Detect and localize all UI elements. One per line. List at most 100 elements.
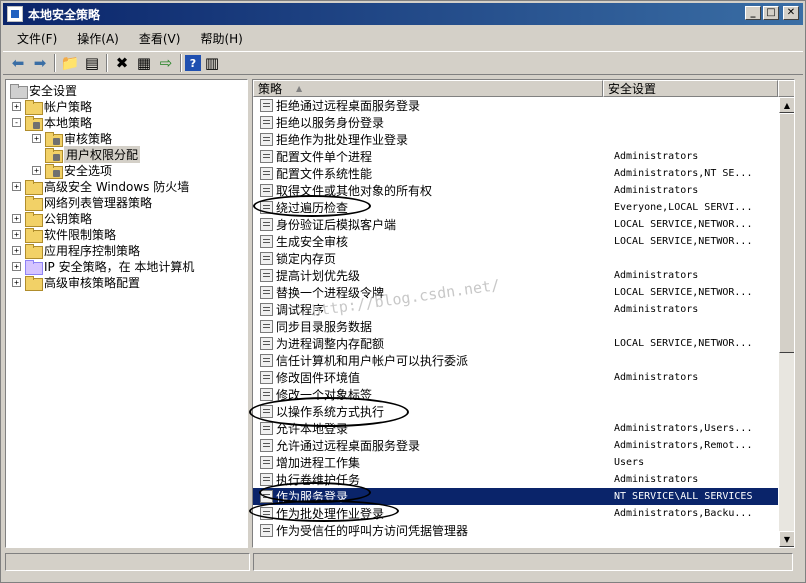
policy-icon	[260, 269, 273, 282]
tree-item[interactable]: + 高级审核策略配置	[12, 274, 140, 291]
table-row[interactable]: 执行卷维护任务 Administrators	[253, 471, 778, 488]
table-row[interactable]: 同步目录服务数据	[253, 318, 778, 335]
expand-icon[interactable]: +	[12, 181, 21, 191]
tree-item[interactable]: + 安全选项	[32, 162, 112, 179]
table-row[interactable]: 作为服务登录 NT SERVICE\ALL SERVICES	[253, 488, 778, 505]
expand-icon[interactable]: +	[12, 213, 21, 223]
tree-item[interactable]: + 应用程序控制策略	[12, 242, 140, 259]
policy-name: 生成安全审核	[276, 235, 349, 249]
tree-item[interactable]: 用户权限分配	[32, 145, 141, 163]
tree-item[interactable]: + IP 安全策略，在 本地计算机	[12, 258, 194, 275]
policy-list-pane[interactable]: 策略 ▲ 安全设置 拒绝通过远程桌面服务登录拒绝以服务身份登录 拒绝作为批处理作业…	[252, 79, 795, 548]
folder-icon	[25, 99, 43, 115]
policy-name: 绕过遍历检查	[276, 201, 349, 215]
menu-view[interactable]: 查看(V)	[131, 28, 189, 49]
table-row[interactable]: 生成安全审核 LOCAL SERVICE,NETWOR...	[253, 233, 778, 250]
security-setting: Administrators	[614, 372, 699, 383]
view-icon[interactable]: ▥	[201, 53, 223, 73]
policy-icon	[260, 133, 273, 146]
folder-icon	[45, 147, 63, 163]
policy-name: 提高计划优先级	[276, 269, 361, 283]
folder-icon	[25, 211, 43, 227]
expand-icon[interactable]: +	[12, 245, 21, 255]
scroll-up-icon[interactable]: ▲	[779, 97, 794, 113]
policy-name: 同步目录服务数据	[276, 320, 373, 334]
table-row[interactable]: 作为受信任的呼叫方访问凭据管理器	[253, 522, 778, 539]
export-icon[interactable]: ⇨	[155, 53, 177, 73]
policy-name: 以操作系统方式执行	[276, 405, 385, 419]
expand-icon[interactable]: +	[32, 165, 41, 175]
tree-item[interactable]: + 公钥策略	[12, 210, 92, 227]
tree-item-label: 用户权限分配	[64, 145, 141, 163]
security-setting: Administrators	[614, 270, 699, 281]
table-row[interactable]: 替换一个进程级令牌 LOCAL SERVICE,NETWOR...	[253, 284, 778, 301]
expand-icon[interactable]: +	[12, 229, 21, 239]
expand-icon[interactable]: +	[12, 101, 21, 111]
table-row[interactable]: 允许通过远程桌面服务登录 Administrators,Remot...	[253, 437, 778, 454]
table-row[interactable]: 为进程调整内存配额 LOCAL SERVICE,NETWOR...	[253, 335, 778, 352]
table-row[interactable]: 身份验证后模拟客户端 LOCAL SERVICE,NETWOR...	[253, 216, 778, 233]
scroll-thumb[interactable]	[779, 113, 794, 353]
expand-icon[interactable]: +	[12, 261, 21, 271]
close-button[interactable]: ✕	[783, 6, 799, 20]
security-setting: Everyone,LOCAL SERVI...	[614, 202, 753, 213]
scroll-down-icon[interactable]: ▼	[779, 531, 794, 547]
maximize-button[interactable]: □	[763, 6, 779, 20]
up-folder-icon[interactable]: 📁	[59, 53, 81, 73]
tree-item[interactable]: 网络列表管理器策略	[12, 194, 152, 211]
table-row[interactable]: 修改固件环境值 Administrators	[253, 369, 778, 386]
table-row[interactable]: 调试程序 Administrators	[253, 301, 778, 318]
table-row[interactable]: 信任计算机和用户帐户可以执行委派	[253, 352, 778, 369]
help-icon[interactable]: ?	[185, 55, 201, 71]
tree-item[interactable]: - 本地策略	[12, 114, 92, 131]
security-setting: Administrators,Backu...	[614, 508, 753, 519]
table-row[interactable]: 允许本地登录 Administrators,Users...	[253, 420, 778, 437]
expand-icon[interactable]: +	[32, 133, 41, 143]
menu-action[interactable]: 操作(A)	[69, 28, 127, 49]
column-header-policy[interactable]: 策略 ▲	[253, 80, 603, 97]
tree-item[interactable]: + 软件限制策略	[12, 226, 116, 243]
security-setting: NT SERVICE\ALL SERVICES	[614, 491, 764, 502]
column-header-setting[interactable]: 安全设置	[603, 80, 778, 97]
table-row[interactable]: 以操作系统方式执行	[253, 403, 778, 420]
show-tree-icon[interactable]: ▤	[81, 53, 103, 73]
table-row[interactable]: 作为批处理作业登录 Administrators,Backu...	[253, 505, 778, 522]
table-row[interactable]: 锁定内存页	[253, 250, 778, 267]
table-row[interactable]: 增加进程工作集 Users	[253, 454, 778, 471]
policy-icon	[260, 320, 273, 333]
title-bar[interactable]: 本地安全策略 _ □ ✕	[3, 3, 803, 25]
forward-icon[interactable]: ➡	[29, 53, 51, 73]
menu-file[interactable]: 文件(F)	[9, 28, 65, 49]
back-icon[interactable]: ⬅	[7, 53, 29, 73]
policy-name: 拒绝以服务身份登录	[276, 116, 385, 130]
policy-name: 允许本地登录	[276, 422, 349, 436]
table-row[interactable]: 提高计划优先级 Administrators	[253, 267, 778, 284]
delete-icon[interactable]: ✖	[111, 53, 133, 73]
tree-item[interactable]: + 帐户策略	[12, 98, 92, 115]
table-row[interactable]: 修改一个对象标签	[253, 386, 778, 403]
table-row[interactable]: 绕过遍历检查 Everyone,LOCAL SERVI...	[253, 199, 778, 216]
policy-icon	[260, 371, 273, 384]
tree-pane[interactable]: 安全设置 + 帐户策略 - 本地策略 + 审核策略 用户权限分配 + 安全选项 + 高级安全 Wind…	[5, 79, 248, 548]
policy-icon	[260, 388, 273, 401]
collapse-icon[interactable]: -	[12, 117, 21, 127]
policy-icon	[260, 201, 273, 214]
policy-name: 修改一个对象标签	[276, 388, 373, 402]
table-row[interactable]: 配置文件单个进程 Administrators	[253, 148, 778, 165]
security-setting: LOCAL SERVICE,NETWOR...	[614, 287, 753, 298]
menu-help[interactable]: 帮助(H)	[192, 28, 250, 49]
minimize-button[interactable]: _	[745, 6, 761, 20]
settings-icon	[10, 83, 28, 99]
properties-icon[interactable]: ▦	[133, 53, 155, 73]
table-row[interactable]: 配置文件系统性能 Administrators,NT SE...	[253, 165, 778, 182]
table-row[interactable]: 拒绝通过远程桌面服务登录	[253, 97, 778, 114]
column-setting-label: 安全设置	[608, 82, 657, 96]
tree-item[interactable]: + 高级安全 Windows 防火墙	[12, 178, 189, 195]
tree-item[interactable]: 安全设置	[10, 82, 77, 99]
table-row[interactable]: 取得文件或其他对象的所有权 Administrators	[253, 182, 778, 199]
vertical-scrollbar[interactable]: ▲ ▼	[779, 97, 794, 547]
tree-item[interactable]: + 审核策略	[32, 130, 112, 147]
expand-icon[interactable]: +	[12, 277, 21, 287]
table-row[interactable]: 拒绝作为批处理作业登录	[253, 131, 778, 148]
table-row[interactable]: 拒绝以服务身份登录	[253, 114, 778, 131]
